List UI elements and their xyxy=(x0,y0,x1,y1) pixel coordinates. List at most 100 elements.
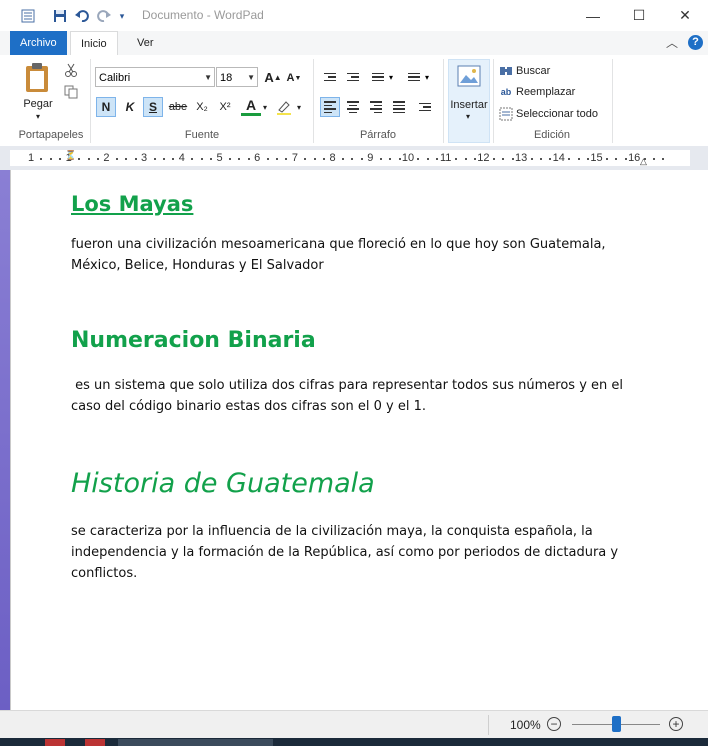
paste-dropdown-icon[interactable]: ▾ xyxy=(30,111,46,121)
right-indent-marker-icon[interactable]: △ xyxy=(640,156,647,167)
paragraph-historia-guatemala: se caracteriza por la influencia de la c… xyxy=(71,524,619,581)
ribbon-separator xyxy=(612,59,613,143)
ruler-tick xyxy=(247,158,250,160)
tab-view[interactable]: Ver xyxy=(127,31,164,55)
taskbar-item[interactable] xyxy=(85,739,105,746)
help-icon[interactable]: ? xyxy=(688,35,703,50)
replace-icon[interactable]: ab xyxy=(498,84,514,100)
zoom-slider-thumb[interactable] xyxy=(611,716,621,732)
line-spacing-icon[interactable] xyxy=(404,67,424,87)
ruler-number: 13 xyxy=(514,152,528,164)
align-right-icon[interactable] xyxy=(366,97,386,117)
bold-button[interactable]: N xyxy=(96,97,116,117)
select-all-icon[interactable] xyxy=(498,106,514,122)
taskbar-item[interactable] xyxy=(118,739,273,746)
insert-dropdown-icon: ▾ xyxy=(465,111,470,121)
subscript-button[interactable]: X₂ xyxy=(192,97,212,117)
ruler-tick xyxy=(304,158,307,160)
grow-font-icon[interactable]: A ▲ xyxy=(264,67,282,87)
ruler-tick xyxy=(492,158,495,160)
ruler-tick xyxy=(587,158,590,160)
ruler-tick xyxy=(210,158,213,160)
collapse-ribbon-icon[interactable]: ︿ xyxy=(666,34,678,51)
customize-quick-access-icon[interactable]: ▾ xyxy=(115,6,129,26)
ruler-tick xyxy=(653,158,656,160)
font-color-button[interactable]: A xyxy=(241,97,261,116)
document-area[interactable]: Los Mayas fueron una civilización mesoam… xyxy=(10,170,708,710)
select-all-button[interactable]: Seleccionar todo xyxy=(516,106,608,122)
font-size-select[interactable]: 18 ▼ xyxy=(216,67,258,87)
italic-button[interactable]: K xyxy=(120,97,140,117)
find-button[interactable]: Buscar xyxy=(516,63,576,79)
ruler-tick xyxy=(389,158,392,160)
highlight-dropdown-icon[interactable]: ▾ xyxy=(294,97,304,117)
ruler-number: 15 xyxy=(590,152,603,164)
line-spacing-dropdown-icon[interactable]: ▾ xyxy=(422,67,432,87)
paste-icon[interactable] xyxy=(22,61,54,95)
align-left-icon[interactable] xyxy=(320,97,340,117)
ruler-number: 4 xyxy=(178,152,185,164)
ruler-tick xyxy=(153,158,156,160)
chevron-down-icon: ▼ xyxy=(247,73,255,82)
tab-file[interactable]: Archivo xyxy=(10,31,67,55)
ruler-tick xyxy=(276,158,279,160)
font-family-select[interactable]: Calibri ▼ xyxy=(95,67,215,87)
paragraph-settings-icon[interactable] xyxy=(415,97,435,117)
decrease-indent-icon[interactable] xyxy=(320,67,340,87)
ruler-tick xyxy=(96,158,99,160)
undo-icon[interactable] xyxy=(73,6,91,26)
justify-icon[interactable] xyxy=(389,97,409,117)
replace-button[interactable]: Reemplazar xyxy=(516,84,596,100)
ruler-tick xyxy=(49,158,52,160)
ruler-tick xyxy=(615,158,618,160)
ruler-number: 3 xyxy=(141,152,148,164)
picture-icon xyxy=(456,63,482,89)
ruler-tick xyxy=(172,158,175,160)
ruler-tick xyxy=(379,158,382,160)
ruler-number: 9 xyxy=(367,152,374,164)
app-menu-icon[interactable] xyxy=(18,6,38,26)
bullets-dropdown-icon[interactable]: ▾ xyxy=(386,67,396,87)
cut-icon[interactable] xyxy=(62,61,80,79)
tab-home[interactable]: Inicio xyxy=(70,31,118,56)
ruler-tick xyxy=(162,158,165,160)
ruler-tick xyxy=(238,158,241,160)
zoom-out-button[interactable]: − xyxy=(547,717,561,731)
ruler-tick xyxy=(662,158,665,160)
ribbon: Pegar ▾ Portapapeles Calibri ▼ 18 ▼ A ▲ A… xyxy=(0,55,708,147)
maximize-button[interactable]: ☐ xyxy=(616,0,662,31)
taskbar-item[interactable] xyxy=(45,739,65,746)
paste-button[interactable]: Pegar xyxy=(18,96,58,112)
save-icon[interactable] xyxy=(50,6,70,26)
ruler-tick xyxy=(426,158,429,160)
bullets-icon[interactable] xyxy=(368,67,388,87)
zoom-in-button[interactable]: + xyxy=(669,717,683,731)
heading-numeracion-binaria: Numeracion Binaria xyxy=(71,328,316,353)
ruler-number: 10 xyxy=(401,152,415,164)
ruler[interactable]: 1 1 2 3 4 5 6 7 8 9 10 11 12 13 14 15 16 ⏳ △ xyxy=(0,146,708,170)
indent-marker-icon[interactable]: ⏳ xyxy=(65,150,76,161)
ruler-tick xyxy=(605,158,608,160)
shrink-font-icon[interactable]: A ▼ xyxy=(285,69,303,87)
font-family-value: Calibri xyxy=(99,72,131,84)
close-button[interactable]: ✕ xyxy=(662,0,708,31)
copy-icon[interactable] xyxy=(62,83,80,101)
superscript-button[interactable]: X² xyxy=(215,97,235,117)
heading-historia-guatemala: Historia de Guatemala xyxy=(71,468,375,499)
ruler-tick xyxy=(115,158,118,160)
underline-button[interactable]: S xyxy=(143,97,163,117)
wordpad-window: ▾ Documento - WordPad — ☐ ✕ Archivo Inic… xyxy=(0,0,708,746)
redo-icon[interactable] xyxy=(95,6,113,26)
ruler-tick xyxy=(134,158,137,160)
minimize-button[interactable]: — xyxy=(570,0,616,31)
ruler-tick xyxy=(125,158,128,160)
strikethrough-button[interactable]: abe xyxy=(167,97,189,117)
ruler-tick xyxy=(398,158,401,160)
font-color-dropdown-icon[interactable]: ▾ xyxy=(260,97,270,117)
find-icon[interactable] xyxy=(498,63,514,79)
desktop-edge xyxy=(0,170,10,710)
ruler-tick xyxy=(417,158,420,160)
align-center-icon[interactable] xyxy=(343,97,363,117)
highlight-icon[interactable] xyxy=(274,97,294,117)
increase-indent-icon[interactable] xyxy=(343,67,363,87)
